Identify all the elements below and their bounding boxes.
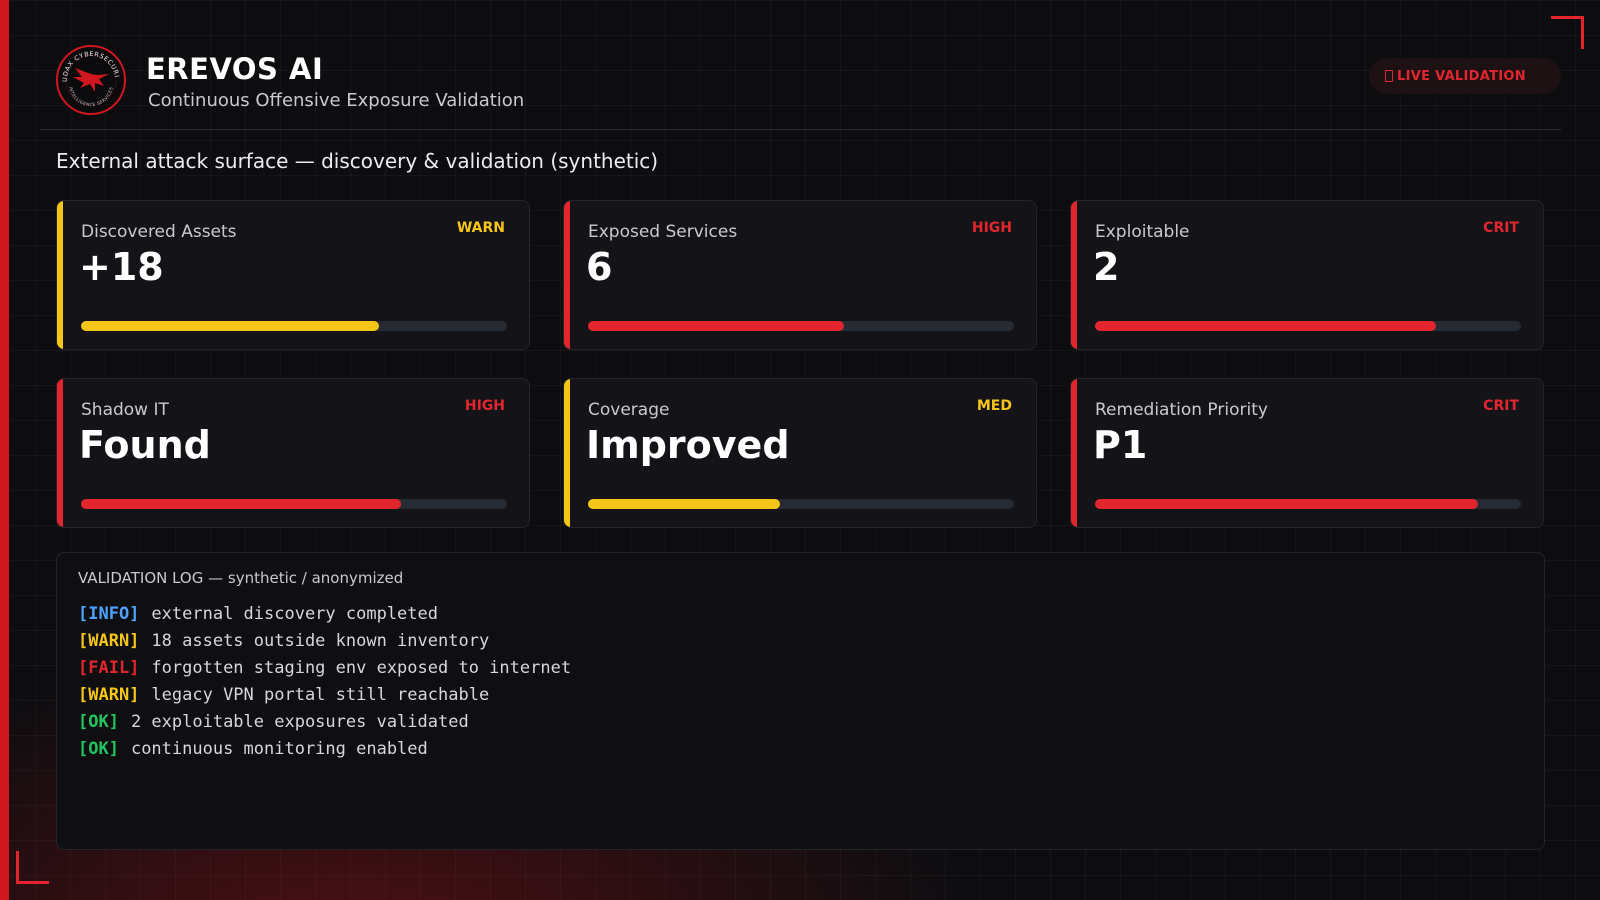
log-text: legacy VPN portal still reachable: [151, 685, 490, 705]
card-accent-bar: [564, 201, 570, 349]
progress-track: [81, 321, 507, 331]
log-text: continuous monitoring enabled: [130, 739, 428, 759]
progress-fill: [588, 321, 844, 331]
progress-track: [588, 499, 1014, 509]
app-subtitle: Continuous Offensive Exposure Validation: [148, 90, 525, 111]
live-validation-badge[interactable]: LIVE VALIDATION: [1369, 58, 1561, 94]
metric-card-remediation-priority[interactable]: Remediation Priority CRIT P1: [1070, 378, 1544, 528]
metric-label: Exploitable: [1095, 222, 1190, 242]
severity-badge: CRIT: [1483, 220, 1519, 236]
log-tag: [WARN]: [78, 631, 140, 651]
log-line: [OK] 2 exploitable exposures validated: [78, 709, 571, 736]
log-text: 18 assets outside known inventory: [151, 631, 490, 651]
corner-bracket-bottom-left: [16, 851, 49, 884]
metric-value: Improved: [586, 423, 790, 467]
metric-card-exposed-services[interactable]: Exposed Services HIGH 6: [563, 200, 1037, 350]
progress-fill: [1095, 499, 1479, 509]
log-tag: [INFO]: [78, 604, 140, 624]
progress-track: [588, 321, 1014, 331]
progress-track: [1095, 321, 1521, 331]
section-title: External attack surface — discovery & va…: [56, 149, 659, 173]
metric-label: Coverage: [588, 400, 670, 420]
log-tag: [OK]: [78, 712, 119, 732]
metric-label: Shadow IT: [81, 400, 169, 420]
log-tag: [WARN]: [78, 685, 140, 705]
log-line: [INFO] external discovery completed: [78, 601, 571, 628]
severity-badge: CRIT: [1483, 398, 1519, 414]
severity-badge: MED: [976, 398, 1012, 414]
metric-card-discovered-assets[interactable]: Discovered Assets WARN +18: [56, 200, 530, 350]
live-validation-label: LIVE VALIDATION: [1397, 68, 1526, 84]
app-title: EREVOS AI: [146, 52, 324, 86]
log-text: forgotten staging env exposed to interne…: [151, 658, 572, 678]
card-accent-bar: [1071, 379, 1077, 527]
metric-value: 6: [586, 245, 613, 289]
app-header: AUDAX CYBERSECURITY INTELLIGENCE SERVICE…: [40, 30, 1561, 130]
metric-value: Found: [79, 423, 211, 467]
card-accent-bar: [564, 379, 570, 527]
log-line: [WARN] legacy VPN portal still reachable: [78, 682, 571, 709]
card-accent-bar: [57, 379, 63, 527]
log-line: [WARN] 18 assets outside known inventory: [78, 628, 571, 655]
card-accent-bar: [57, 201, 63, 349]
metric-label: Discovered Assets: [81, 222, 237, 242]
metric-card-coverage[interactable]: Coverage MED Improved: [563, 378, 1037, 528]
progress-fill: [1095, 321, 1436, 331]
log-title: VALIDATION LOG — synthetic / anonymized: [78, 569, 404, 587]
log-tag: [FAIL]: [78, 658, 140, 678]
metric-label: Exposed Services: [588, 222, 738, 242]
metric-value: P1: [1093, 423, 1148, 467]
log-text: external discovery completed: [151, 604, 438, 624]
severity-badge: HIGH: [464, 398, 505, 414]
validation-log-panel: VALIDATION LOG — synthetic / anonymized …: [56, 552, 1545, 850]
metric-card-shadow-it[interactable]: Shadow IT HIGH Found: [56, 378, 530, 528]
log-lines: [INFO] external discovery completed [WARN…: [78, 601, 571, 763]
metric-card-exploitable[interactable]: Exploitable CRIT 2: [1070, 200, 1544, 350]
lock-icon: [1385, 70, 1393, 82]
left-accent-bar: [0, 0, 9, 900]
audax-logo: AUDAX CYBERSECURITY INTELLIGENCE SERVICE…: [55, 44, 126, 115]
metric-value: +18: [79, 245, 164, 289]
metric-value: 2: [1093, 245, 1120, 289]
card-accent-bar: [1071, 201, 1077, 349]
severity-badge: HIGH: [971, 220, 1012, 236]
log-text: 2 exploitable exposures validated: [130, 712, 469, 732]
log-line: [FAIL] forgotten staging env exposed to i…: [78, 655, 571, 682]
progress-fill: [588, 499, 780, 509]
progress-track: [81, 499, 507, 509]
metric-label: Remediation Priority: [1095, 400, 1268, 420]
severity-badge: WARN: [456, 220, 505, 236]
progress-track: [1095, 499, 1521, 509]
log-line: [OK] continuous monitoring enabled: [78, 736, 571, 763]
progress-fill: [81, 499, 401, 509]
log-tag: [OK]: [78, 739, 119, 759]
progress-fill: [81, 321, 380, 331]
